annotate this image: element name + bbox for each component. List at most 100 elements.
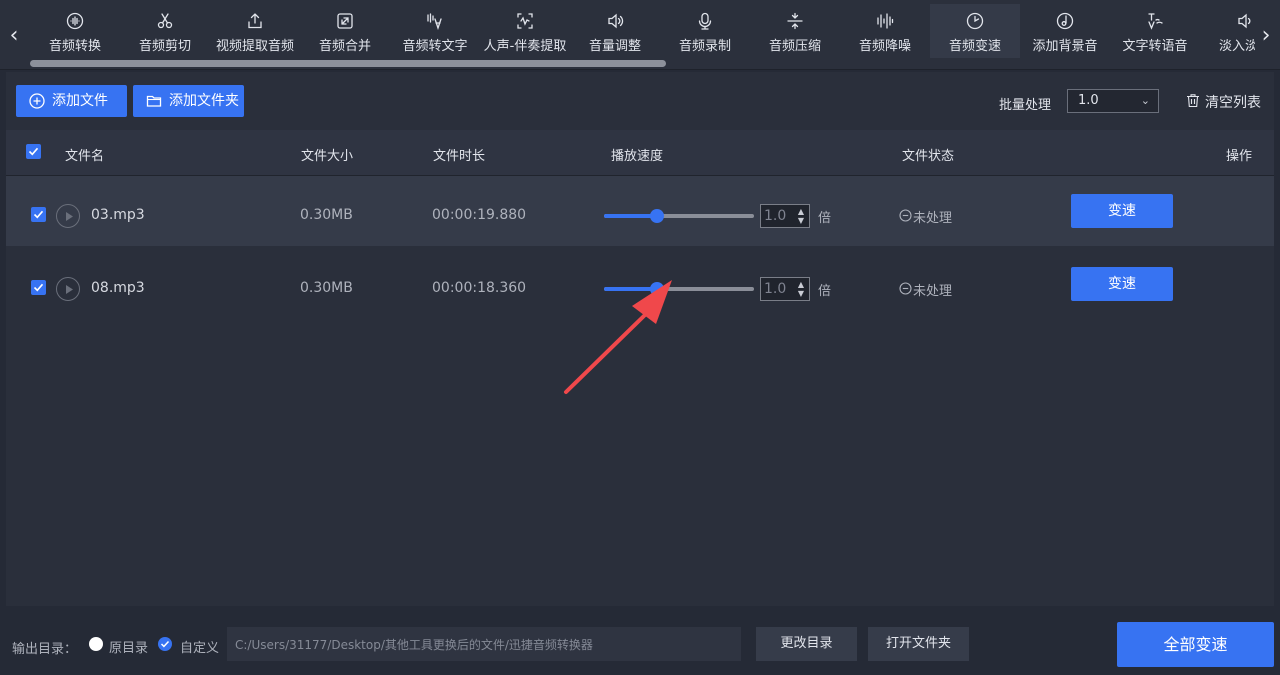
header-file-name: 文件名 — [65, 149, 105, 164]
waveform-scan-icon — [517, 13, 533, 29]
toolbar-scrollbar[interactable] — [30, 60, 666, 67]
fade-speaker-icon — [1238, 13, 1251, 29]
radio-original-dir[interactable] — [89, 637, 103, 651]
microphone-icon — [698, 12, 712, 30]
stepper-up-icon[interactable]: ▲ — [798, 281, 804, 289]
tool-9[interactable]: 音频压缩 — [750, 4, 840, 58]
tool-4[interactable]: 音频合并 — [300, 4, 390, 58]
header-file-size: 文件大小 — [301, 149, 354, 164]
speed-slider-thumb[interactable] — [649, 209, 664, 223]
tool-3[interactable]: 视频提取音频 — [210, 4, 300, 58]
radio-original-label[interactable]: 原目录 — [109, 637, 148, 656]
play-icon — [66, 285, 73, 294]
play-icon — [66, 212, 73, 221]
compress-icon — [787, 12, 803, 30]
check-icon — [160, 640, 170, 648]
convert-all-button[interactable]: 全部变速 — [1117, 622, 1274, 667]
header-playback-speed: 播放速度 — [611, 149, 664, 164]
file-name: 03.mp3 — [91, 207, 145, 223]
file-size: 0.30MB — [300, 207, 353, 223]
stepper-down-icon[interactable]: ▼ — [798, 290, 804, 298]
tool-strip: 音频转换 音频剪切 视频提取音频 音频合并 音频转文字 人声-伴奏提取 音量调整 音频录制 音频… — [30, 0, 1255, 62]
table-row: 08.mp3 0.30MB 00:00:18.360 1.0 ▲ ▼ 倍 未处理 变速 — [6, 249, 1274, 319]
check-icon — [28, 147, 39, 156]
play-button[interactable] — [56, 204, 80, 228]
batch-process-label: 批量处理 — [999, 98, 1052, 113]
speed-slider[interactable] — [604, 282, 754, 296]
table-row: 03.mp3 0.30MB 00:00:19.880 1.0 ▲ ▼ 倍 未处理 变速 — [6, 176, 1274, 246]
radio-custom-dir[interactable] — [158, 637, 172, 651]
file-duration: 00:00:19.880 — [432, 207, 527, 223]
file-list-panel: 添加文件 添加文件夹 批量处理 1.0 ⌄ 清空列表 文件名 文件大小 文件时长… — [6, 72, 1274, 606]
tool-5[interactable]: 音频转文字 — [390, 4, 480, 58]
file-name: 08.mp3 — [91, 280, 145, 296]
speed-slider-thumb[interactable] — [649, 282, 664, 296]
row-checkbox[interactable] — [31, 280, 46, 295]
tool-8[interactable]: 音频录制 — [660, 4, 750, 58]
file-duration: 00:00:18.360 — [432, 280, 527, 296]
minus-circle-icon — [899, 282, 912, 295]
radio-custom-label[interactable]: 自定义 — [180, 637, 219, 656]
speed-value: 1.0 — [764, 208, 787, 224]
speed-value: 1.0 — [764, 281, 787, 297]
file-size: 0.30MB — [300, 280, 353, 296]
tool-label: 淡入淡出 — [1218, 39, 1255, 54]
header-actions: 操作 — [1226, 149, 1253, 164]
batch-speed-value: 1.0 — [1078, 93, 1099, 108]
clock-icon — [966, 12, 984, 30]
speed-unit: 倍 — [818, 211, 832, 226]
check-icon — [33, 283, 44, 292]
audio-text-icon — [427, 13, 442, 30]
minus-circle-icon — [899, 209, 912, 222]
speed-slider[interactable] — [604, 209, 754, 223]
stepper-up-icon[interactable]: ▲ — [798, 208, 804, 216]
tool-7[interactable]: 音量调整 — [570, 4, 660, 58]
add-file-label: 添加文件 — [52, 93, 108, 109]
tool-11[interactable]: 音频变速 — [930, 4, 1020, 58]
tool-12[interactable]: 添加背景音 — [1020, 4, 1110, 58]
tool-14[interactable]: 淡入淡出 — [1200, 4, 1255, 58]
tool-13[interactable]: 文字转语音 — [1110, 4, 1200, 58]
open-folder-button[interactable]: 打开文件夹 — [868, 627, 969, 661]
upload-icon — [248, 13, 262, 29]
play-button[interactable] — [56, 277, 80, 301]
header-file-duration: 文件时长 — [433, 149, 486, 164]
speaker-icon — [608, 13, 624, 29]
text-speech-icon — [1148, 13, 1163, 30]
tool-2[interactable]: 音频剪切 — [120, 4, 210, 58]
speed-slider-fill — [604, 287, 657, 291]
add-file-button[interactable]: 添加文件 — [16, 85, 127, 117]
equalizer-icon — [877, 13, 894, 29]
add-folder-label: 添加文件夹 — [169, 93, 239, 109]
scroll-left-arrow-icon[interactable]: ‹ — [4, 22, 24, 52]
file-status-text: 未处理 — [913, 284, 953, 299]
merge-icon — [337, 13, 353, 29]
music-note-icon — [1056, 12, 1074, 30]
audio-wave-icon — [66, 12, 84, 30]
add-folder-button[interactable]: 添加文件夹 — [133, 85, 244, 117]
tool-6[interactable]: 人声-伴奏提取 — [480, 4, 570, 58]
check-icon — [33, 210, 44, 219]
clear-list-label: 清空列表 — [1205, 95, 1261, 111]
tool-1[interactable]: 音频转换 — [30, 4, 120, 58]
speed-stepper[interactable]: 1.0 ▲ ▼ — [760, 277, 810, 301]
output-path-input[interactable] — [227, 627, 741, 661]
tool-toolbar: ‹ 音频转换 音频剪切 视频提取音频 音频合并 音频转文字 人声-伴奏提取 音量调整 音频录制… — [0, 0, 1280, 70]
scroll-right-arrow-icon[interactable]: › — [1256, 22, 1276, 52]
stepper-down-icon[interactable]: ▼ — [798, 217, 804, 225]
table-header: 文件名 文件大小 文件时长 播放速度 文件状态 操作 — [6, 130, 1274, 176]
plus-circle-icon — [29, 93, 45, 109]
batch-speed-select[interactable]: 1.0 ⌄ — [1067, 89, 1159, 113]
speed-stepper[interactable]: 1.0 ▲ ▼ — [760, 204, 810, 228]
change-speed-button[interactable]: 变速 — [1071, 267, 1173, 301]
trash-icon — [1187, 94, 1199, 108]
change-dir-button[interactable]: 更改目录 — [756, 627, 857, 661]
file-status-text: 未处理 — [913, 211, 953, 226]
select-all-checkbox[interactable] — [26, 144, 41, 159]
folder-icon — [146, 95, 162, 107]
speed-unit: 倍 — [818, 284, 832, 299]
tool-10[interactable]: 音频降噪 — [840, 4, 930, 58]
header-file-status: 文件状态 — [902, 149, 955, 164]
change-speed-button[interactable]: 变速 — [1071, 194, 1173, 228]
row-checkbox[interactable] — [31, 207, 46, 222]
